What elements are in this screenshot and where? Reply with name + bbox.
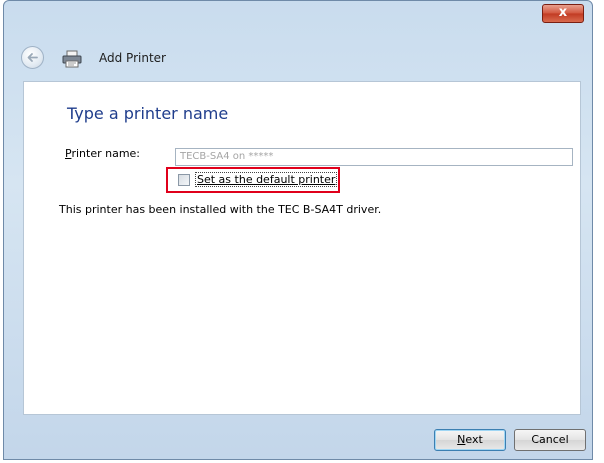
close-button[interactable]: x	[542, 4, 584, 23]
printer-name-label: Printer name:	[65, 147, 141, 160]
default-printer-checkbox-label[interactable]: Set as the default printer	[195, 172, 338, 187]
page-heading: Type a printer name	[67, 104, 229, 123]
cancel-button[interactable]: Cancel	[514, 429, 586, 451]
driver-info-text: This printer has been installed with the…	[59, 203, 382, 216]
title-bar: x	[4, 1, 592, 31]
wizard-title: Add Printer	[99, 51, 166, 65]
default-printer-checkbox[interactable]	[178, 174, 190, 186]
back-button[interactable]	[21, 46, 44, 69]
add-printer-window: x Add Printer Type a printer name Printe…	[3, 0, 593, 460]
printer-icon	[62, 50, 82, 68]
back-arrow-icon	[27, 53, 38, 62]
close-icon: x	[558, 5, 568, 20]
wizard-nav-bar: Add Printer	[4, 31, 592, 81]
wizard-content-panel: Type a printer name Printer name: TECB-S…	[23, 81, 581, 415]
printer-name-input[interactable]: TECB-SA4 on *****	[175, 148, 573, 166]
next-button[interactable]: Next	[434, 429, 506, 451]
